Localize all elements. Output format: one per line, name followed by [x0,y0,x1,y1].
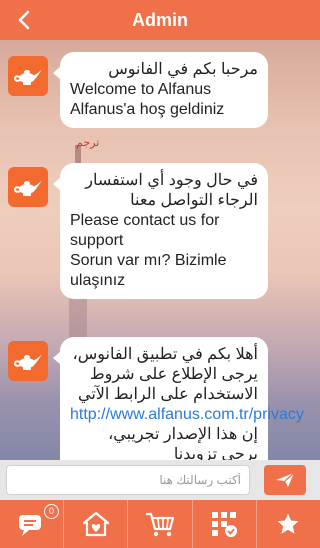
top-bar: Admin [0,0,320,40]
chat-icon [18,515,41,536]
page-title: Admin [132,10,188,30]
tab-chat[interactable]: 0 [0,500,63,548]
message-text: Sorun var mı? Bizimle ulaşınız [70,252,227,289]
message-composer [0,460,320,500]
lamp-icon [13,354,42,370]
tab-favorites[interactable] [255,500,320,548]
star-icon [277,513,299,534]
privacy-link[interactable]: http://www.alfanus.com.tr/privacy [70,405,304,425]
send-icon [276,472,295,487]
grid-icon [212,512,238,537]
message-text: في حال وجود أي استفسار الرجاء التواصل مع… [85,172,258,209]
translate-label: ترجم [76,137,100,149]
message-bubble: أهلا بكم في تطبيق الفانوس، يرجى الإطلاع … [53,337,304,460]
bottom-tab-bar: 0 [0,500,320,548]
chat-badge: 0 [44,504,59,519]
message-text: مرحبا بكم في الفانوس [108,61,258,78]
avatar [8,167,48,207]
shopping-cart-icon [146,512,175,537]
tab-cart[interactable] [127,500,191,548]
message-text: Alfanus'a hoş geldiniz [70,101,225,118]
avatar [8,56,48,96]
home-heart-icon [82,511,109,537]
message-text: أهلا بكم في تطبيق الفانوس، يرجى الإطلاع … [72,346,258,403]
message-text: Welcome to Alfanus [70,81,212,98]
lamp-icon [13,69,42,85]
avatar [8,341,48,381]
chat-area[interactable]: ترجم مرحبا بكم في الفانوس Welcome to Alf… [0,40,320,460]
tab-home[interactable] [63,500,127,548]
message-text: Please contact us for support [70,212,220,249]
message-input[interactable] [6,465,250,495]
message-text: إن هذا الإصدار تجريبي، يرجى تزويدنا [108,426,258,460]
message-bubble: في حال وجود أي استفسار الرجاء التواصل مع… [53,163,268,299]
message-bubble: مرحبا بكم في الفانوس Welcome to Alfanus … [53,52,268,128]
lamp-icon [13,180,42,196]
tab-categories[interactable] [191,500,256,548]
send-button[interactable] [264,465,306,495]
